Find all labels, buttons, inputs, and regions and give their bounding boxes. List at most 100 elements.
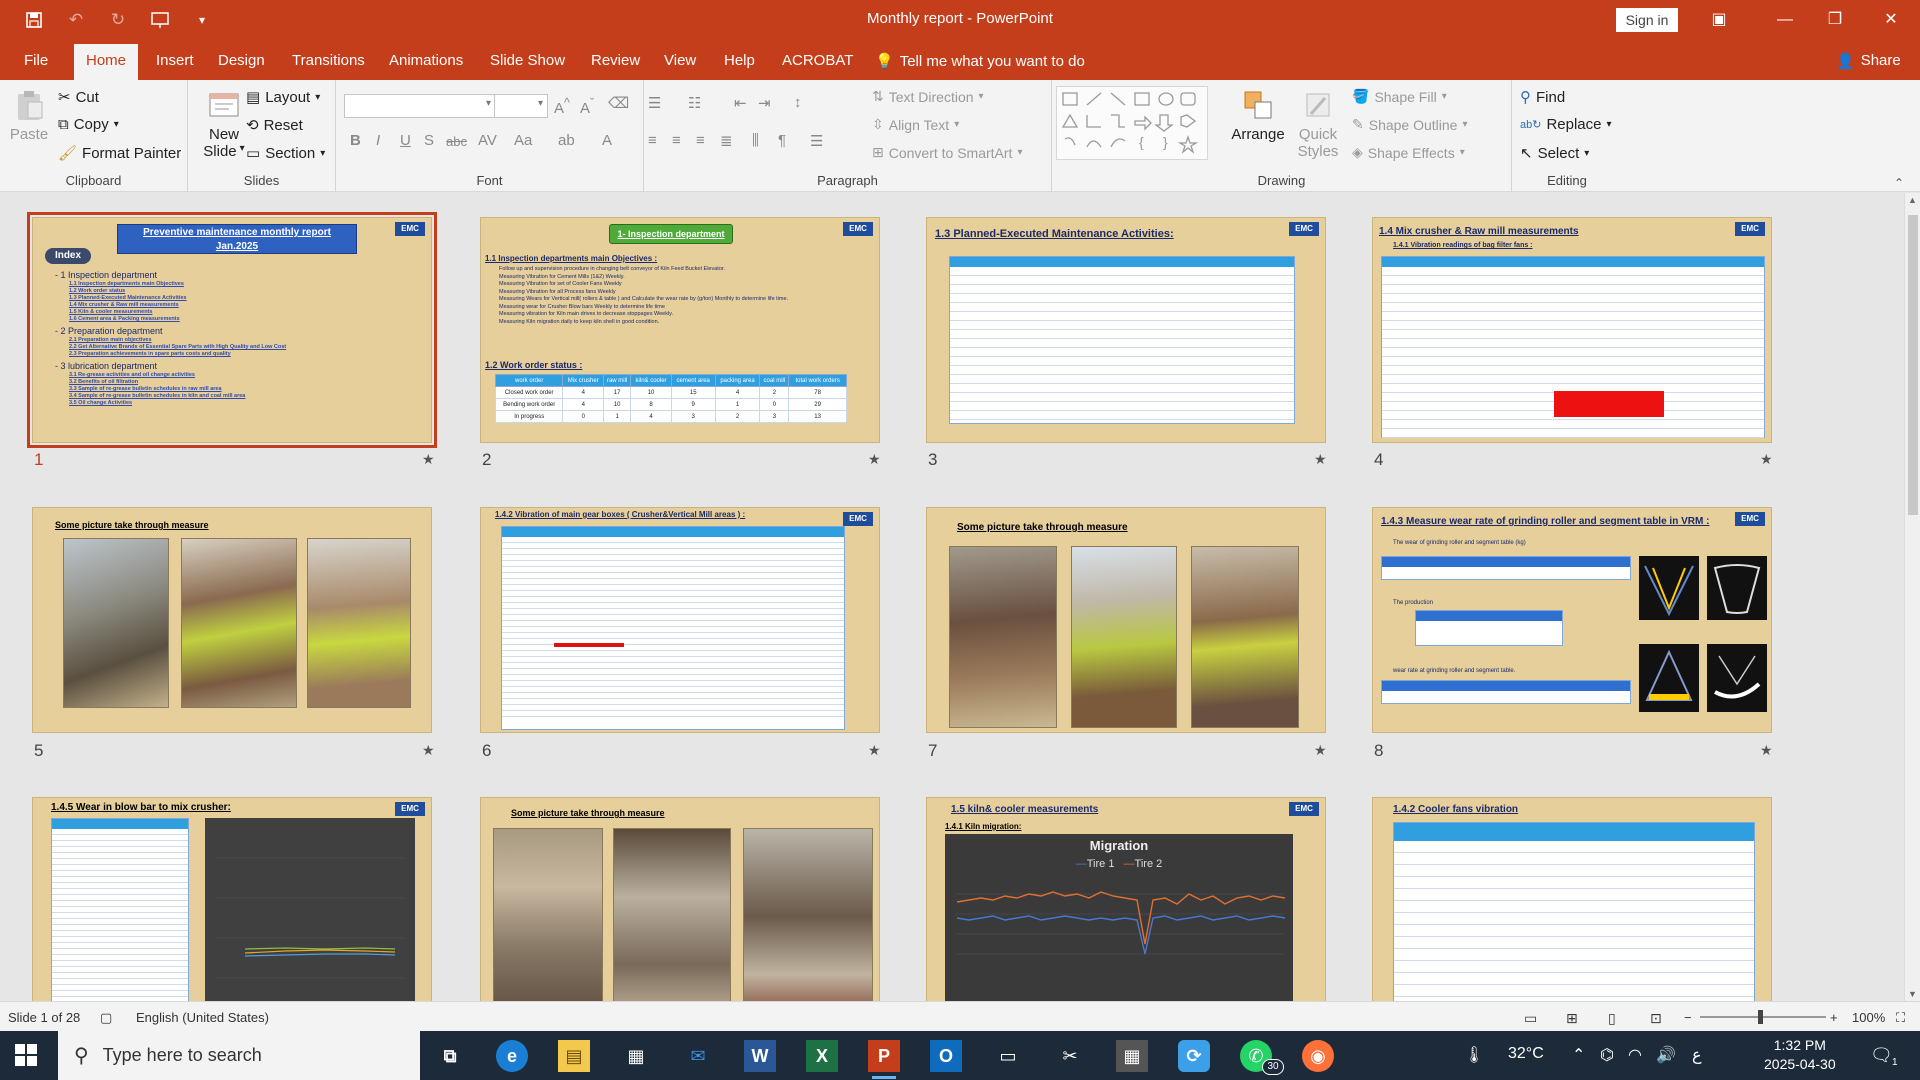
wifi-icon[interactable]: ◠	[1628, 1045, 1642, 1065]
shapes-gallery[interactable]: {}	[1056, 86, 1208, 160]
zoom-out-icon[interactable]: −	[1684, 1010, 1692, 1025]
justify-icon[interactable]: ≣	[720, 132, 733, 150]
highlight-icon[interactable]: ab	[558, 132, 575, 149]
tab-insert[interactable]: Insert	[156, 52, 194, 69]
arrange-button[interactable]: Arrange	[1230, 88, 1286, 143]
weather-icon[interactable]: 🌡	[1464, 1045, 1484, 1065]
shape-effects-button[interactable]: ◈ Shape Effects ▾	[1352, 144, 1465, 161]
text-shadow-icon[interactable]: S	[424, 132, 434, 149]
slide-thumbnail-6[interactable]: 1.4.2 Vibration of main gear boxes ( Cru…	[480, 507, 880, 733]
decrease-indent-icon[interactable]: ⇤	[734, 94, 747, 112]
rtl-icon[interactable]: ¶	[778, 132, 786, 149]
replace-button[interactable]: ab↻ Replace ▾	[1520, 116, 1612, 133]
snipping-tool-icon[interactable]: ✂	[1054, 1040, 1086, 1072]
vertical-scrollbar[interactable]: ▲ ▼	[1904, 193, 1920, 1001]
word-icon[interactable]: W	[744, 1040, 776, 1072]
new-slide-button[interactable]: New Slide ▾	[196, 88, 252, 160]
task-view-icon[interactable]: ⧉	[434, 1040, 466, 1072]
sign-in-button[interactable]: Sign in	[1616, 8, 1678, 32]
tab-help[interactable]: Help	[724, 52, 755, 69]
collapse-ribbon-icon[interactable]: ⌃	[1894, 176, 1904, 190]
reading-view-icon[interactable]: ▯	[1608, 1010, 1616, 1027]
file-explorer-icon[interactable]: ▤	[558, 1040, 590, 1072]
maximize-icon[interactable]: ❐	[1812, 0, 1858, 40]
slide-thumbnail-3[interactable]: 1.3 Planned-Executed Maintenance Activit…	[926, 217, 1326, 443]
strikethrough-icon[interactable]: abc	[446, 134, 467, 149]
align-center-icon[interactable]: ≡	[672, 132, 681, 149]
reset-button[interactable]: ⟲ Reset	[246, 116, 303, 135]
slide-show-view-icon[interactable]: ⊡	[1650, 1010, 1662, 1027]
bold-icon[interactable]: B	[350, 132, 361, 149]
temperature[interactable]: 32°C	[1508, 1045, 1544, 1063]
paste-button[interactable]: Paste	[8, 88, 50, 143]
zoom-slider[interactable]	[1700, 1010, 1826, 1024]
shape-fill-button[interactable]: 🪣 Shape Fill ▾	[1352, 88, 1447, 105]
store-icon[interactable]: ▦	[620, 1040, 652, 1072]
slide-thumbnail-1[interactable]: Preventive maintenance monthly report Ja…	[27, 212, 437, 448]
columns-icon[interactable]: ⫼	[752, 132, 759, 149]
slide-thumbnail-7[interactable]: Some picture take through measure	[926, 507, 1326, 733]
system-clock[interactable]: 1:32 PM 2025-04-30	[1764, 1036, 1836, 1074]
increase-font-icon[interactable]: A^	[554, 96, 570, 117]
tray-expand-icon[interactable]: ⌃	[1572, 1045, 1585, 1065]
ribbon-display-options-icon[interactable]: ▣	[1696, 0, 1742, 40]
align-left-icon[interactable]: ≡	[648, 132, 657, 149]
tab-file[interactable]: File	[24, 52, 48, 69]
remote-desktop-icon[interactable]: ▭	[992, 1040, 1024, 1072]
font-name-combobox[interactable]: ▾	[344, 94, 496, 118]
slide-thumbnail-5[interactable]: Some picture take through measure	[32, 507, 432, 733]
slide-thumbnail-11[interactable]: 1.5 kiln& cooler measurements 1.4.1 Kiln…	[926, 797, 1326, 1001]
excel-icon[interactable]: X	[806, 1040, 838, 1072]
tab-view[interactable]: View	[664, 52, 696, 69]
network-icon[interactable]: ⌬	[1600, 1045, 1614, 1065]
volume-icon[interactable]: 🔊	[1656, 1045, 1676, 1065]
change-case-icon[interactable]: Aa	[514, 132, 532, 149]
quick-styles-button[interactable]: Quick Styles	[1292, 88, 1344, 160]
scroll-thumb[interactable]	[1908, 215, 1918, 515]
bullets-icon[interactable]: ☰	[648, 94, 661, 112]
language-indicator[interactable]: English (United States)	[136, 1010, 269, 1025]
share-button[interactable]: 👤 Share	[1836, 52, 1901, 70]
layout-button[interactable]: ▤ Layout ▾	[246, 88, 320, 107]
tab-home[interactable]: Home	[74, 44, 139, 80]
increase-indent-icon[interactable]: ⇥	[758, 94, 771, 112]
text-direction-button[interactable]: ⇅ Text Direction ▾	[872, 88, 984, 105]
zoom-slider-thumb[interactable]	[1758, 1010, 1763, 1024]
windows-start-icon[interactable]	[14, 1043, 38, 1067]
slide-thumbnail-4[interactable]: 1.4 Mix crusher & Raw mill measurements …	[1372, 217, 1772, 443]
shape-outline-button[interactable]: ✎ Shape Outline ▾	[1352, 116, 1468, 133]
tab-acrobat[interactable]: ACROBAT	[782, 52, 853, 69]
spellcheck-icon[interactable]: ▢	[100, 1010, 112, 1026]
find-button[interactable]: ⚲ Find	[1520, 88, 1565, 107]
scroll-down-icon[interactable]: ▼	[1908, 989, 1917, 999]
tab-review[interactable]: Review	[591, 52, 640, 69]
fit-to-window-icon[interactable]: ⛶	[1896, 1010, 1905, 1026]
format-painter-button[interactable]: 🖌 Format Painter	[58, 144, 181, 163]
slide-sorter-view-icon[interactable]: ⊞	[1566, 1010, 1578, 1027]
align-right-icon[interactable]: ≡	[696, 132, 705, 149]
cut-button[interactable]: ✂ Cut	[58, 88, 99, 107]
tell-me-search[interactable]: 💡 Tell me what you want to do	[875, 52, 1085, 71]
slide-thumbnail-8[interactable]: 1.4.3 Measure wear rate of grinding roll…	[1372, 507, 1772, 733]
firefox-icon[interactable]: ◉	[1302, 1040, 1334, 1072]
input-language-icon[interactable]: ع	[1692, 1045, 1702, 1065]
edge-icon[interactable]: e	[496, 1040, 528, 1072]
slide-thumbnail-2[interactable]: 1- Inspection department EMC 1.1 Inspect…	[480, 217, 880, 443]
font-size-combobox[interactable]: ▾	[494, 94, 548, 118]
select-button[interactable]: ↖ Select ▾	[1520, 144, 1589, 163]
align-text-button[interactable]: ⇳ Align Text ▾	[872, 116, 959, 133]
outlook-icon[interactable]: O	[930, 1040, 962, 1072]
minimize-icon[interactable]: —	[1762, 0, 1808, 40]
tab-transitions[interactable]: Transitions	[292, 52, 365, 69]
normal-view-icon[interactable]: ▭	[1524, 1010, 1537, 1027]
convert-smartart-button[interactable]: ⊞ Convert to SmartArt ▾	[872, 144, 1022, 161]
powerpoint-icon[interactable]: P	[868, 1040, 900, 1079]
slide-thumbnail-12[interactable]: 1.4.2 Cooler fans vibration	[1372, 797, 1772, 1001]
tab-design[interactable]: Design	[218, 52, 265, 69]
underline-icon[interactable]: U	[400, 132, 411, 149]
calculator-icon[interactable]: ▦	[1116, 1040, 1148, 1072]
clear-formatting-icon[interactable]: ⌫	[608, 94, 629, 112]
notification-center-icon[interactable]: 🗨	[1870, 1045, 1893, 1066]
zoom-in-icon[interactable]: +	[1830, 1010, 1838, 1025]
tab-animations[interactable]: Animations	[389, 52, 463, 69]
